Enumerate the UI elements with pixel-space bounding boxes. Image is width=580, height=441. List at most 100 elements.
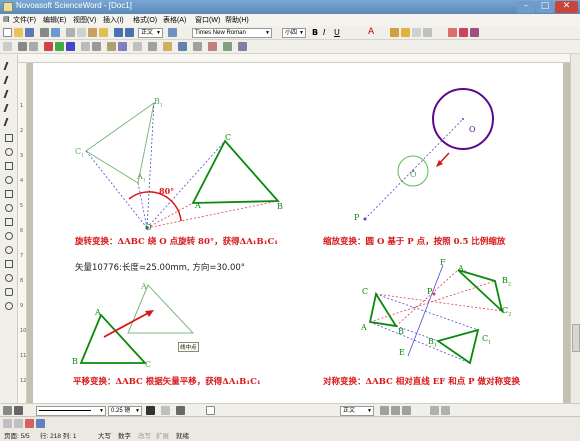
circle-tool-2-icon[interactable] [5, 232, 13, 240]
line-style-combo[interactable]: ▼ [36, 406, 106, 416]
tool-icon-12[interactable] [148, 42, 157, 51]
line-tool-icon[interactable] [3, 62, 15, 70]
fill-icon[interactable] [161, 406, 170, 415]
preview-icon[interactable] [51, 28, 60, 37]
frame-icon[interactable] [206, 406, 215, 415]
line-width-combo[interactable]: 0.25 磅 ▼ [108, 406, 142, 416]
table-icon[interactable] [168, 28, 177, 37]
tool-icon-15[interactable] [193, 42, 202, 51]
copy-icon[interactable] [77, 28, 86, 37]
tool-icon-1[interactable] [3, 42, 12, 51]
cut-icon[interactable] [66, 28, 75, 37]
tool-icon-17[interactable] [223, 42, 232, 51]
numbering-icon[interactable] [441, 406, 450, 415]
math-icon[interactable] [459, 28, 468, 37]
italic-button[interactable]: I [323, 28, 325, 37]
font-combo[interactable]: Times New Roman ▼ [192, 28, 272, 38]
rotation-figure[interactable] [85, 101, 280, 230]
pointer-icon[interactable] [3, 406, 12, 415]
paragraph-style-combo[interactable]: 正文 ▼ [340, 406, 374, 416]
menu-window[interactable]: 窗口(W) [195, 15, 220, 25]
tool-icon-7[interactable] [81, 42, 90, 51]
tool-icon-3[interactable] [29, 42, 38, 51]
font-size-combo[interactable]: 小四 ▼ [282, 28, 306, 38]
menu-view[interactable]: 视图(V) [73, 15, 96, 25]
status-icon-2[interactable] [14, 419, 23, 428]
rotate-icon[interactable] [14, 406, 23, 415]
ring-tool-icon[interactable] [5, 274, 13, 282]
tool-icon-14[interactable] [178, 42, 187, 51]
tool-icon-5[interactable] [55, 42, 64, 51]
vertical-scrollbar[interactable] [570, 54, 580, 403]
maximize-button[interactable]: □ [536, 1, 554, 13]
tool-icon-6[interactable] [66, 42, 75, 51]
document-page[interactable]: B1 C1 A1 C A B O 80° 旋转变换：ΔABC 绕 O 点旋转 8… [33, 63, 563, 403]
line-tool-2-icon[interactable] [3, 76, 15, 84]
menu-file[interactable]: 文件(F) [13, 15, 36, 25]
status-icon-1[interactable] [3, 419, 12, 428]
tool-icon-16[interactable] [208, 42, 217, 51]
align-center-icon[interactable] [391, 406, 400, 415]
circle-tool-4-icon[interactable] [5, 302, 13, 310]
style-combo[interactable]: 正文 ▼ [138, 28, 163, 38]
tool-icon-2[interactable] [18, 42, 27, 51]
close-button[interactable]: ✕ [555, 1, 578, 13]
shadow-icon[interactable] [176, 406, 185, 415]
scrollbar-thumb[interactable] [572, 324, 580, 352]
menu-format[interactable]: 格式(O) [133, 15, 157, 25]
arc-tool-icon[interactable] [5, 204, 13, 212]
new-icon[interactable] [3, 28, 12, 37]
indent-icon[interactable] [423, 28, 432, 37]
list-icon[interactable] [412, 28, 421, 37]
print-icon[interactable] [40, 28, 49, 37]
frame-tool-icon[interactable] [5, 260, 13, 268]
translation-figure[interactable] [79, 284, 195, 364]
menu-insert[interactable]: 插入(I) [103, 15, 124, 25]
ellipse-tool-icon[interactable] [5, 148, 13, 156]
circle-tool-3-icon[interactable] [5, 246, 13, 254]
shape-tool-icon[interactable] [5, 162, 13, 170]
menu-table[interactable]: 表格(A) [163, 15, 186, 25]
app-icon[interactable] [3, 2, 13, 12]
tool-icon-8[interactable] [92, 42, 101, 51]
rounded-tool-icon[interactable] [5, 288, 13, 296]
line-tool-5-icon[interactable] [3, 118, 15, 126]
align-left-icon[interactable] [380, 406, 389, 415]
horizontal-ruler[interactable] [18, 54, 570, 63]
status-icon-4[interactable] [36, 419, 45, 428]
circle-tool-icon[interactable] [5, 176, 13, 184]
square-tool-icon[interactable] [5, 218, 13, 226]
scale-figure[interactable] [363, 88, 494, 221]
tool-icon-11[interactable] [133, 42, 142, 51]
tool-icon-9[interactable] [107, 42, 116, 51]
status-icon-3[interactable] [25, 419, 34, 428]
tool-icon-13[interactable] [163, 42, 172, 51]
bullets-icon[interactable] [430, 406, 439, 415]
line-tool-4-icon[interactable] [3, 104, 15, 112]
doc-menu-icon[interactable]: ▤ [3, 15, 10, 23]
font-color-button[interactable]: A [368, 27, 374, 37]
save-icon[interactable] [25, 28, 34, 37]
line-tool-3-icon[interactable] [3, 90, 15, 98]
bold-button[interactable]: B [312, 28, 318, 37]
tool-icon-4[interactable] [44, 42, 53, 51]
underline-button[interactable]: U [334, 28, 340, 37]
minimize-button[interactable]: – [517, 1, 535, 13]
redo-icon[interactable] [125, 28, 134, 37]
tool-icon-18[interactable] [238, 42, 247, 51]
line-color-icon[interactable] [146, 406, 155, 415]
vertical-ruler[interactable]: 1 2 3 4 5 6 7 8 9 10 11 12 [18, 63, 27, 403]
polygon-tool-icon[interactable] [5, 190, 13, 198]
menu-help[interactable]: 帮助(H) [225, 15, 249, 25]
align-icon[interactable] [390, 28, 399, 37]
tool-icon-10[interactable] [118, 42, 127, 51]
align-center-icon[interactable] [401, 28, 410, 37]
menu-edit[interactable]: 编辑(E) [43, 15, 66, 25]
open-icon[interactable] [14, 28, 23, 37]
symbol-icon[interactable] [470, 28, 479, 37]
format-painter-icon[interactable] [99, 28, 108, 37]
highlight-icon[interactable] [448, 28, 457, 37]
paste-icon[interactable] [88, 28, 97, 37]
undo-icon[interactable] [114, 28, 123, 37]
rect-tool-icon[interactable] [5, 134, 13, 142]
